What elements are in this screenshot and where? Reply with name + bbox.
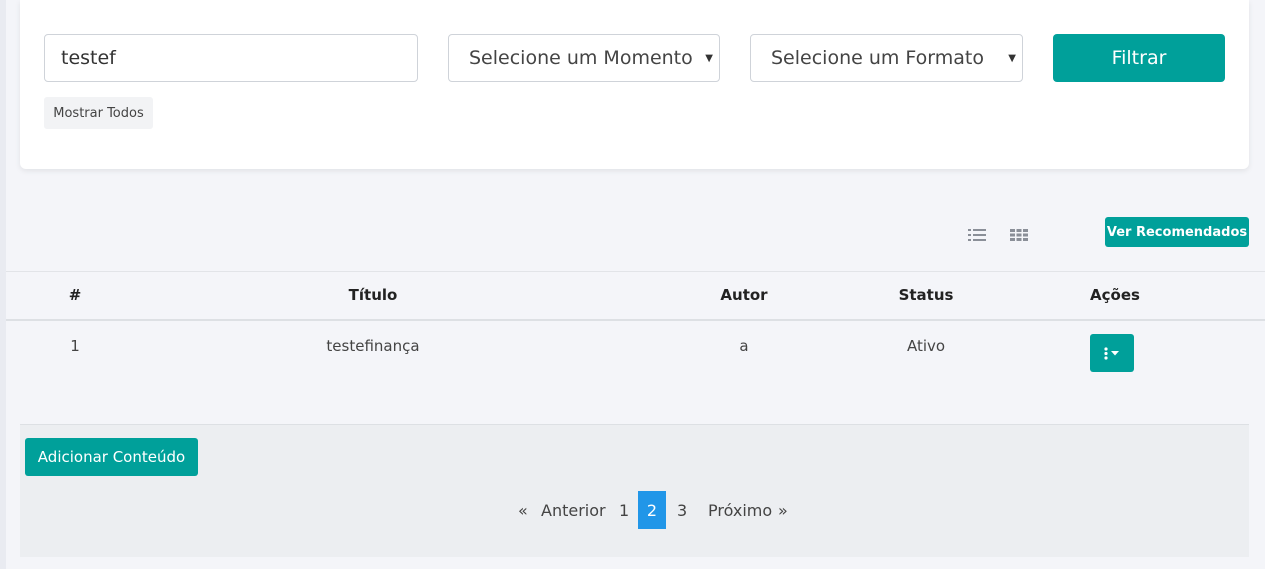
- column-header-actions: Ações: [1090, 286, 1140, 304]
- row-number: 1: [70, 337, 80, 355]
- pagination-page-3[interactable]: 3: [677, 491, 687, 529]
- momento-select[interactable]: Selecione um Momento ▼: [448, 34, 720, 82]
- column-header-number: #: [68, 286, 82, 304]
- more-vertical-caret-icon: [1104, 347, 1119, 360]
- pagination-page-1[interactable]: 1: [619, 491, 629, 529]
- momento-select-label: Selecione um Momento: [469, 47, 693, 69]
- row-author: a: [739, 337, 749, 355]
- pagination-next[interactable]: Próximo: [708, 491, 772, 529]
- pagination-prev[interactable]: Anterior: [541, 491, 606, 529]
- table-row: 1 testefinança a Ativo: [6, 322, 1265, 422]
- row-title: testefinança: [326, 337, 420, 355]
- filter-button[interactable]: Filtrar: [1053, 34, 1225, 82]
- pagination: « Anterior 1 2 3 Próximo »: [20, 491, 1249, 529]
- column-header-author: Autor: [720, 286, 768, 304]
- table-header: # Título Autor Status Ações: [6, 271, 1265, 321]
- row-status: Ativo: [906, 337, 946, 355]
- formato-select[interactable]: Selecione um Formato ▼: [750, 34, 1023, 82]
- table-footer: Adicionar Conteúdo « Anterior 1 2 3 Próx…: [20, 424, 1249, 557]
- grid-icon[interactable]: [1010, 228, 1028, 242]
- caret-down-icon: ▼: [1008, 53, 1016, 64]
- pagination-next-icon[interactable]: »: [778, 491, 788, 529]
- search-input[interactable]: [44, 34, 418, 82]
- caret-down-icon: ▼: [705, 53, 713, 64]
- add-content-button[interactable]: Adicionar Conteúdo: [25, 438, 198, 476]
- formato-select-label: Selecione um Formato: [771, 47, 985, 69]
- pagination-page-2[interactable]: 2: [638, 491, 666, 529]
- filter-panel: Selecione um Momento ▼ Selecione um Form…: [20, 0, 1249, 169]
- pagination-prev-icon[interactable]: «: [518, 491, 528, 529]
- column-header-status: Status: [898, 286, 954, 304]
- recommend-button[interactable]: Ver Recomendados: [1105, 217, 1249, 247]
- row-actions-button[interactable]: [1090, 334, 1134, 372]
- column-header-title: Título: [348, 286, 398, 304]
- show-all-button[interactable]: Mostrar Todos: [44, 97, 153, 129]
- list-icon[interactable]: [968, 228, 986, 242]
